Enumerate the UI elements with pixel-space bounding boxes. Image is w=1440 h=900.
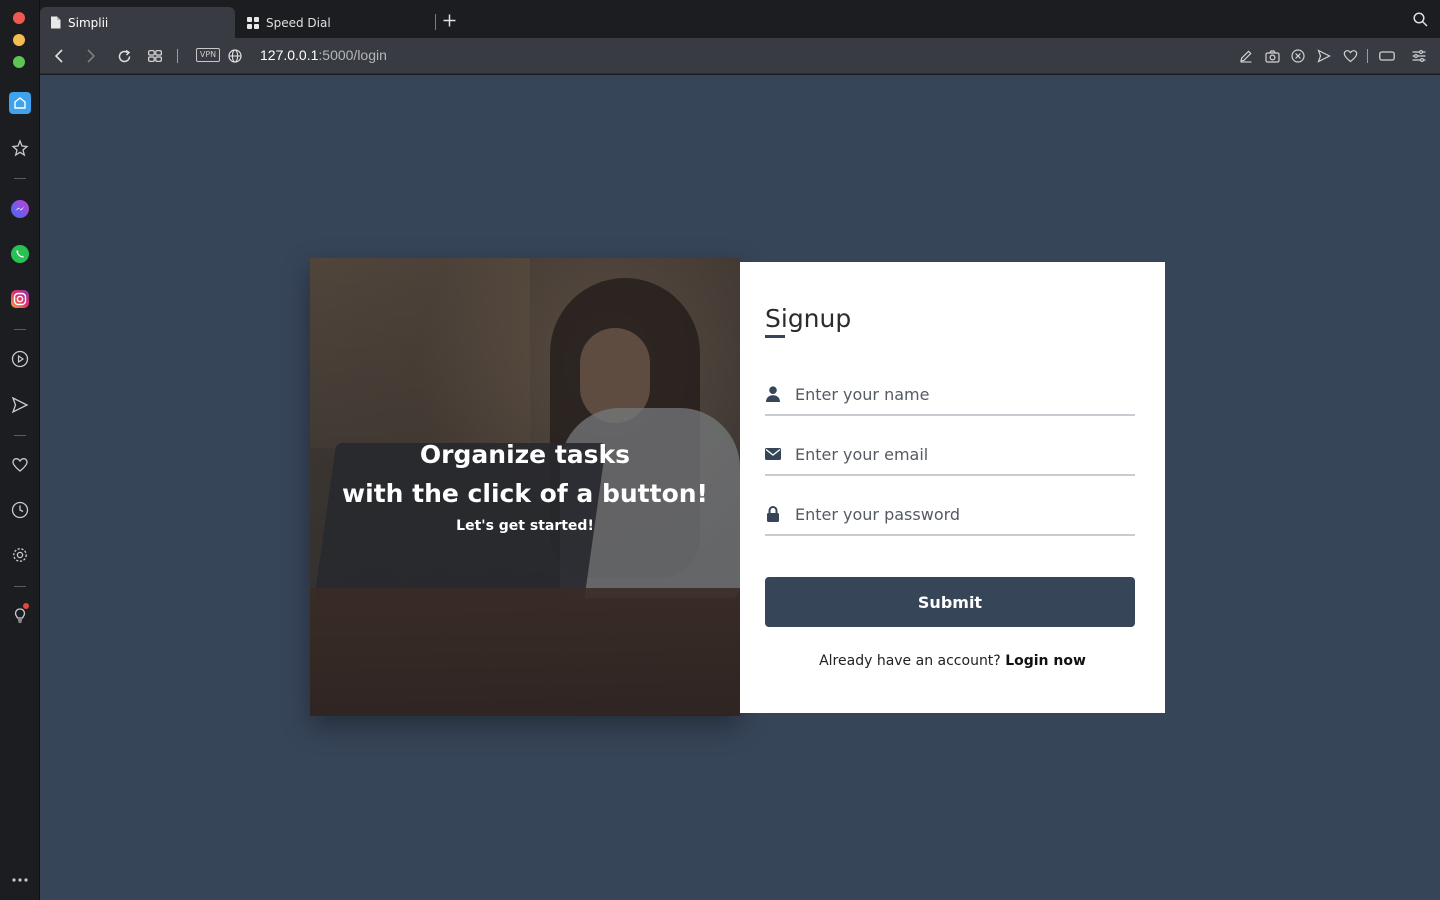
send-icon[interactable] (1314, 46, 1334, 66)
tab-label: Simplii (68, 15, 109, 30)
sidebar-divider (14, 586, 26, 587)
heart-icon[interactable] (1340, 46, 1360, 66)
camera-icon[interactable] (1262, 46, 1282, 66)
password-field (765, 496, 1135, 536)
hero-heading-line-2: with the click of a button! (342, 479, 708, 508)
email-field (765, 436, 1135, 476)
plus-icon[interactable] (440, 11, 458, 29)
name-field (765, 376, 1135, 416)
tab-bar: Simplii Speed Dial (40, 0, 1440, 38)
tabs-overview-icon[interactable] (145, 46, 165, 66)
send-icon[interactable] (9, 394, 31, 416)
instagram-icon[interactable] (9, 288, 31, 310)
forward-icon[interactable] (81, 46, 101, 66)
more-icon[interactable] (9, 869, 31, 891)
close-window-button[interactable] (13, 12, 25, 24)
password-input[interactable] (795, 502, 1125, 526)
maximize-window-button[interactable] (13, 56, 25, 68)
page-viewport: Organize tasks with the click of a butto… (40, 75, 1440, 900)
home-icon[interactable] (9, 92, 31, 114)
address-bar: VPN 127.0.0.1:5000/login (40, 38, 1440, 74)
messenger-icon[interactable] (9, 198, 31, 220)
toolbar-divider (177, 49, 178, 63)
star-icon[interactable] (9, 137, 31, 159)
battery-icon[interactable] (1377, 46, 1397, 66)
hero-image-panel: Organize tasks with the click of a butto… (310, 258, 740, 716)
settings-sliders-icon[interactable] (1409, 46, 1429, 66)
lightbulb-icon[interactable] (9, 603, 31, 627)
envelope-icon (765, 446, 781, 462)
user-icon (765, 386, 781, 402)
lock-icon (765, 506, 781, 522)
gear-icon[interactable] (9, 544, 31, 566)
login-prompt: Already have an account? Login now (740, 653, 1165, 669)
close-circle-icon[interactable] (1288, 46, 1308, 66)
back-icon[interactable] (49, 46, 69, 66)
play-icon[interactable] (9, 348, 31, 370)
search-icon[interactable] (1413, 12, 1428, 31)
grid-icon (247, 16, 259, 29)
sidebar-divider (14, 329, 26, 330)
tab-speed-dial[interactable]: Speed Dial (237, 7, 435, 38)
clock-icon[interactable] (9, 499, 31, 521)
email-input[interactable] (795, 442, 1125, 466)
tab-divider (435, 14, 436, 30)
toolbar-divider (1367, 49, 1368, 63)
vpn-badge[interactable]: VPN (196, 48, 220, 62)
sidebar-divider (14, 178, 26, 179)
tab-simplii[interactable]: Simplii (40, 7, 235, 38)
signup-form-panel: Signup Submit Already have an account? L… (740, 262, 1165, 713)
reload-icon[interactable] (114, 46, 134, 66)
sidebar-divider (14, 435, 26, 436)
minimize-window-button[interactable] (13, 34, 25, 46)
form-title: Signup (765, 304, 852, 333)
globe-icon[interactable] (225, 46, 245, 66)
login-prompt-text: Already have an account? (819, 653, 1001, 669)
document-icon (50, 16, 61, 29)
notification-dot (23, 603, 29, 609)
whatsapp-icon[interactable] (9, 243, 31, 265)
browser-sidebar (0, 0, 40, 900)
name-input[interactable] (795, 382, 1125, 406)
url-field[interactable]: 127.0.0.1:5000/login (260, 47, 387, 63)
hero-heading-line-1: Organize tasks (419, 440, 631, 469)
login-now-link[interactable]: Login now (1005, 653, 1086, 669)
edit-icon[interactable] (1236, 46, 1256, 66)
title-underline (765, 335, 785, 338)
heart-icon[interactable] (9, 454, 31, 476)
url-host: 127.0.0.1 (260, 47, 319, 63)
url-path: :5000/login (318, 47, 387, 63)
tab-label: Speed Dial (266, 15, 331, 30)
submit-button[interactable]: Submit (765, 577, 1135, 627)
hero-subtitle: Let's get started! (456, 518, 594, 534)
